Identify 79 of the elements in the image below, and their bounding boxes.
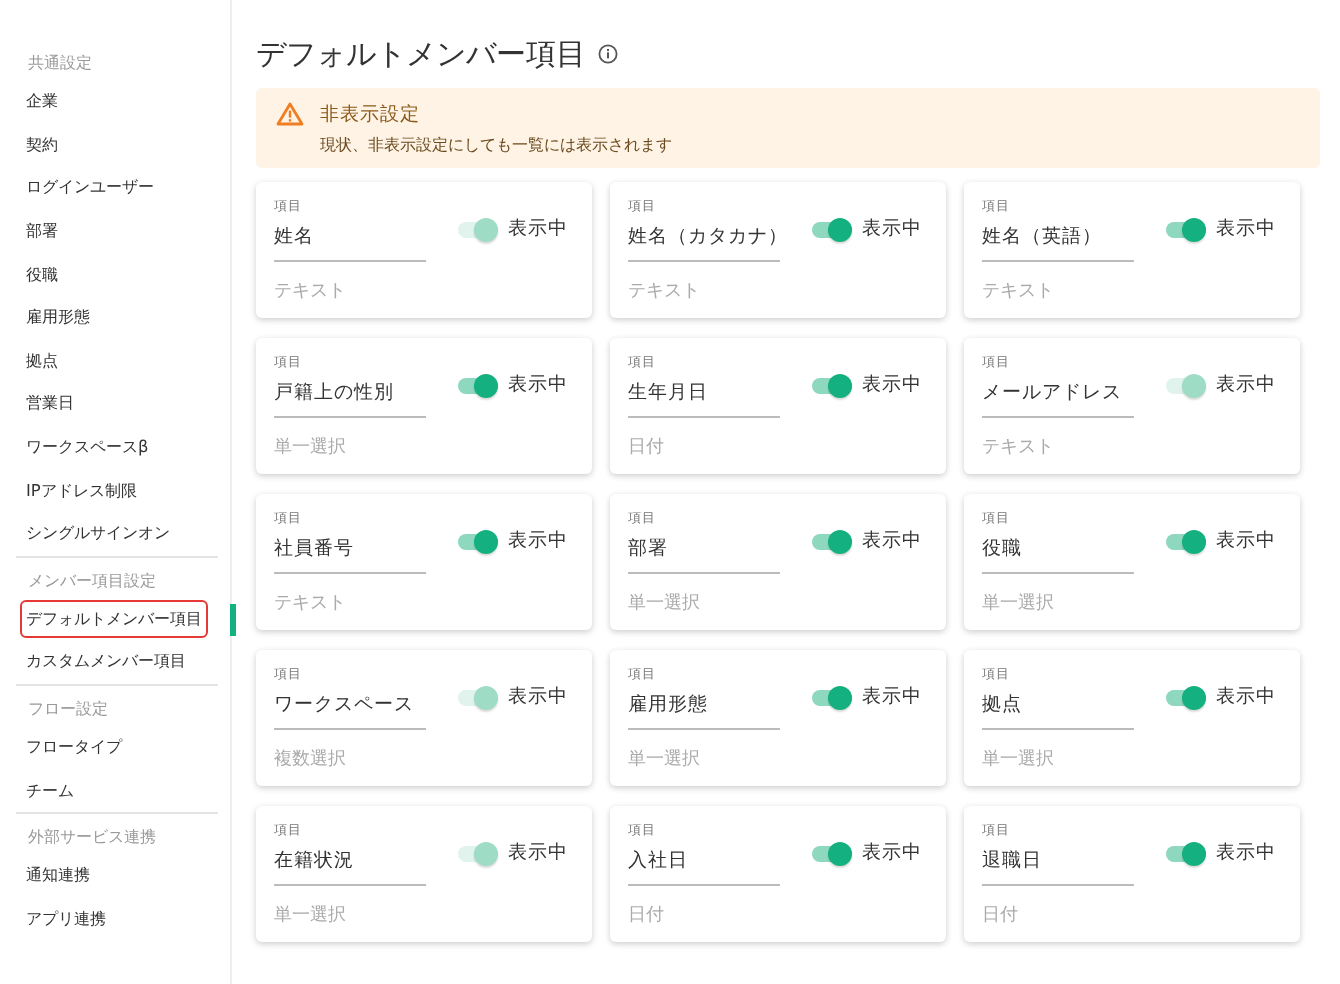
sidebar-item[interactable]: フロータイプ [20, 728, 128, 767]
switch-label: 表示中 [862, 372, 922, 398]
field-type: 複数選択 [274, 747, 348, 772]
sidebar-item[interactable]: 雇用形態 [20, 298, 96, 337]
switch-label: 表示中 [862, 528, 922, 554]
sidebar-item[interactable]: 部署 [20, 212, 64, 251]
alert-title: 非表示設定 [320, 102, 422, 128]
alert-message: 現状、非表示設定にしても一覧には表示されます [320, 134, 674, 156]
active-indicator [230, 603, 236, 636]
field-name-input[interactable]: 雇用形態 [628, 684, 780, 730]
sidebar-item[interactable]: ワークスペースβ [20, 428, 155, 467]
field-name-input[interactable]: 生年月日 [628, 372, 780, 418]
visibility-switch[interactable] [458, 373, 498, 397]
switch-label: 表示中 [508, 216, 568, 242]
field-type: 単一選択 [982, 747, 1056, 772]
field-name-input[interactable]: 退職日 [982, 840, 1134, 886]
field-name-input[interactable]: 姓名（カタカナ） [628, 216, 780, 262]
field-name-input[interactable]: 部署 [628, 528, 780, 574]
field-type: テキスト [982, 280, 1056, 304]
field-type: 単一選択 [274, 903, 348, 928]
sidebar-item[interactable]: 拠点 [20, 341, 64, 380]
switch-label: 表示中 [1216, 216, 1276, 242]
switch-label: 表示中 [1216, 528, 1276, 554]
visibility-switch[interactable] [1166, 529, 1206, 553]
field-name-input[interactable]: 役職 [982, 528, 1134, 574]
field-type: 日付 [628, 435, 666, 460]
switch-label: 表示中 [862, 840, 922, 866]
field-type: 単一選択 [982, 591, 1056, 616]
visibility-switch[interactable] [812, 373, 852, 397]
field-type: テキスト [274, 280, 348, 304]
switch-label: 表示中 [508, 840, 568, 866]
field-name-input[interactable]: 社員番号 [274, 528, 426, 574]
visibility-switch[interactable] [812, 841, 852, 865]
visibility-switch[interactable] [812, 217, 852, 241]
switch-label: 表示中 [1216, 372, 1276, 398]
sidebar-heading: 外部サービス連携 [26, 825, 158, 850]
sidebar-item[interactable]: デフォルトメンバー項目 [20, 599, 208, 638]
page-title: デフォルトメンバー項目 [256, 35, 586, 73]
sidebar-item[interactable]: ログインユーザー [20, 168, 160, 207]
visibility-switch[interactable] [458, 529, 498, 553]
sidebar-item[interactable]: シングルサインオン [20, 514, 176, 553]
field-type: 単一選択 [274, 435, 348, 460]
field-type: テキスト [628, 280, 702, 304]
switch-label: 表示中 [862, 216, 922, 242]
sidebar-item[interactable]: 通知連携 [20, 856, 96, 895]
sidebar-item[interactable]: カスタムメンバー項目 [20, 642, 192, 681]
visibility-switch[interactable] [1166, 841, 1206, 865]
visibility-switch[interactable] [812, 685, 852, 709]
switch-label: 表示中 [508, 684, 568, 710]
sidebar-item[interactable]: 企業 [20, 82, 64, 121]
sidebar-item[interactable]: 営業日 [20, 384, 80, 423]
sidebar-heading: フロー設定 [26, 697, 110, 722]
field-type: 単一選択 [628, 747, 702, 772]
sidebar-item[interactable]: アプリ連携 [20, 899, 112, 938]
switch-label: 表示中 [862, 684, 922, 710]
sidebar-heading: メンバー項目設定 [26, 569, 158, 594]
info-icon[interactable] [598, 44, 618, 64]
switch-label: 表示中 [508, 372, 568, 398]
field-name-input[interactable]: 入社日 [628, 840, 780, 886]
field-name-input[interactable]: 拠点 [982, 684, 1134, 730]
field-type: 単一選択 [628, 591, 702, 616]
field-name-input[interactable]: 姓名（英語） [982, 216, 1134, 262]
field-type: 日付 [628, 903, 666, 928]
sidebar-heading: 共通設定 [26, 52, 94, 76]
sidebar-item[interactable]: 役職 [20, 255, 64, 294]
visibility-switch[interactable] [812, 529, 852, 553]
visibility-switch[interactable] [1166, 217, 1206, 241]
visibility-switch[interactable] [1166, 685, 1206, 709]
field-name-input[interactable]: 戸籍上の性別 [274, 372, 426, 418]
switch-label: 表示中 [1216, 840, 1276, 866]
sidebar-item[interactable]: IPアドレス制限 [20, 471, 143, 510]
switch-label: 表示中 [1216, 684, 1276, 710]
field-type: テキスト [982, 436, 1056, 460]
warning-icon [276, 102, 304, 126]
sidebar-item[interactable]: 契約 [20, 125, 64, 164]
field-type: 日付 [982, 903, 1020, 928]
switch-label: 表示中 [508, 528, 568, 554]
sidebar-item[interactable]: チーム [20, 771, 80, 810]
field-type: テキスト [274, 592, 348, 616]
